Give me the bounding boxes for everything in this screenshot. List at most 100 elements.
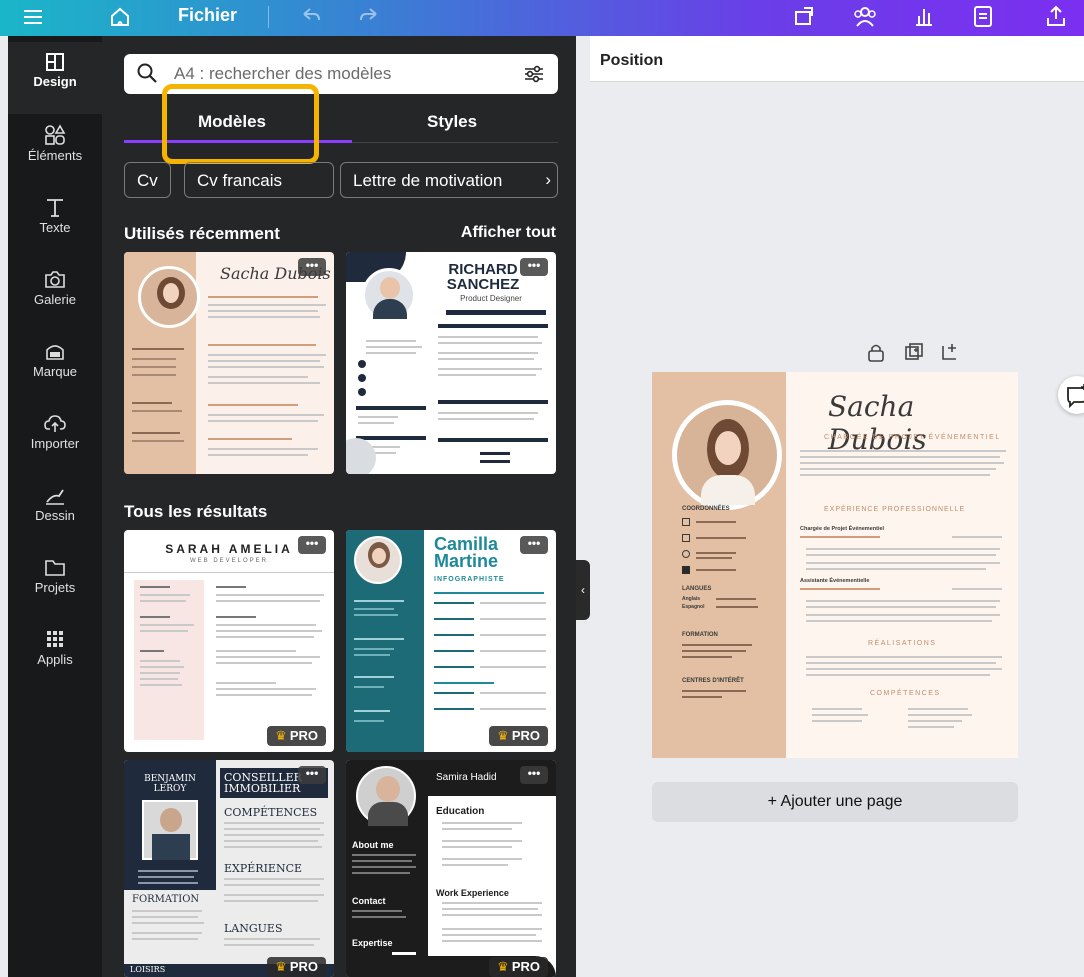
sidebar-item-label: Design [33,74,77,89]
toolbar-divider [268,6,269,28]
sidebar-item-upload[interactable]: Importer [8,402,102,474]
shapes-icon [45,124,66,145]
undo-icon[interactable] [298,6,322,28]
search-placeholder: A4 : rechercher des modèles [174,64,392,83]
folder-icon [45,560,65,576]
show-all-link[interactable]: Afficher tout [461,224,556,242]
resume-skills-title: COMPÉTENCES [870,690,941,697]
sidebar-item-gallery[interactable]: Galerie [8,258,102,330]
resume-lang-2: Espagnol [682,604,705,610]
sidebar-item-label: Éléments [27,148,83,163]
template-subtitle: INFOGRAPHISTE [434,576,505,583]
add-comment-icon [1067,384,1084,409]
pro-badge: ♛ PRO [267,726,326,746]
resume-job-1: Chargée de Projet Événementiel [800,526,885,532]
template-subtitle: WEB DEVELOPER [189,558,268,564]
sidebar: Design Éléments Texte Galerie Marque Imp… [8,36,102,977]
sidebar-item-label: Projets [34,580,76,595]
tab-styles[interactable]: Styles [427,112,477,132]
sidebar-item-brand[interactable]: Marque [8,330,102,402]
resume-role: CHARGÉE DE PROJET ÉVÉNEMENTIEL [824,434,1001,441]
template-card[interactable]: RICHARD SANCHEZ Product Designer ••• [346,252,556,474]
template-card[interactable]: Camilla Martine INFOGRAPHISTE ••• ♛ PRO [346,530,556,752]
template-photo [142,800,198,860]
home-icon[interactable] [108,5,132,29]
sidebar-item-text[interactable]: Texte [8,186,102,258]
resume-achievements-title: RÉALISATIONS [868,640,937,647]
template-name: Samira Hadid [436,772,497,783]
template-card[interactable]: BENJAMIN LEROY FORMATION LOISIRS CONSEIL… [124,760,334,977]
resume-name: Sacha Dubois [828,390,927,456]
template-card[interactable]: Sacha Dubois ••• [124,252,334,474]
resume-job-2: Assistante Événementielle [800,578,870,584]
sidebar-item-label: Dessin [35,508,75,523]
duplicate-page-icon[interactable] [904,342,924,362]
template-subtitle: Education [436,806,485,817]
notes-icon[interactable] [972,4,994,28]
sidebar-item-elements[interactable]: Éléments [8,114,102,186]
text-icon [47,199,63,217]
sidebar-item-label: Importer [30,436,80,451]
analytics-icon[interactable] [912,4,936,28]
chevron-left-icon: ‹ [581,583,585,597]
file-menu[interactable]: Fichier [178,5,237,26]
sidebar-item-apps[interactable]: Applis [8,618,102,690]
resume-page[interactable]: Sacha Dubois CHARGÉE DE PROJET ÉVÉNEMENT… [652,372,1018,758]
template-photo [354,536,402,584]
filter-icon[interactable] [522,63,546,85]
more-options-button[interactable]: ••• [298,258,326,276]
apps-grid-icon [47,631,63,647]
chip-cv-francais[interactable]: Cv francais [184,162,334,198]
sidebar-item-draw[interactable]: Dessin [8,474,102,546]
cloud-upload-icon [44,415,66,432]
collapse-panel-button[interactable]: ‹ [576,560,590,620]
sidebar-item-label: Applis [37,652,73,667]
sidebar-item-label: Texte [39,220,71,235]
pro-badge: ♛ PRO [267,957,326,977]
resize-icon[interactable] [792,4,816,28]
more-options-button[interactable]: ••• [520,258,548,276]
template-photo [138,266,200,328]
sidebar-item-label: Marque [32,364,78,379]
editor-canvas: Position Sacha Dubois CHARGÉE DE PROJET … [590,36,1084,977]
add-page-button[interactable]: + Ajouter une page [652,782,1018,822]
collaborate-icon[interactable] [852,4,878,28]
resume-photo [672,400,782,510]
template-name: BENJAMIN LEROY [144,774,196,794]
more-options-button[interactable]: ••• [298,766,326,784]
template-card[interactable]: SARAH AMELIA WEB DEVELOPER ••• ♛ PRO [124,530,334,752]
camera-icon [45,271,65,288]
more-options-button[interactable]: ••• [298,536,326,554]
sidebar-item-projects[interactable]: Projets [8,546,102,618]
hamburger-icon[interactable] [22,8,44,26]
resume-coords-title: COORDONNÉES [682,506,730,512]
template-card[interactable]: Samira Hadid About me Contact Expertise … [346,760,556,977]
context-toolbar: Position [590,36,1084,82]
chevron-right-icon[interactable]: › [545,170,551,190]
sidebar-item-design[interactable]: Design [8,42,102,114]
layout-icon [46,53,64,71]
more-options-button[interactable]: ••• [520,536,548,554]
chip-cv[interactable]: Cv [124,162,171,198]
sidebar-item-label: Galerie [34,292,76,307]
pro-badge: ♛ PRO [489,726,548,746]
share-upload-icon[interactable] [1044,4,1068,28]
template-photo [362,268,416,322]
chip-lettre-motivation[interactable]: Lettre de motivation › [340,162,558,198]
brand-icon [46,345,64,360]
more-options-button[interactable]: ••• [520,766,548,784]
pro-badge: ♛ PRO [489,957,548,977]
add-comment-button[interactable] [1058,376,1084,414]
chip-label: Lettre de motivation [353,171,503,190]
highlight-box [162,84,319,164]
lock-icon[interactable] [866,342,886,362]
recent-section-title: Utilisés récemment [124,224,280,243]
add-page-icon[interactable] [940,342,960,362]
resume-interests-title: CENTRES D'INTÉRÊT [682,678,744,684]
results-section-title: Tous les résultats [124,502,268,521]
position-button[interactable]: Position [600,52,663,70]
resume-formation-title: FORMATION [682,632,718,638]
redo-icon[interactable] [358,6,382,28]
draw-icon [46,489,64,505]
crown-icon: ♛ [497,959,509,974]
